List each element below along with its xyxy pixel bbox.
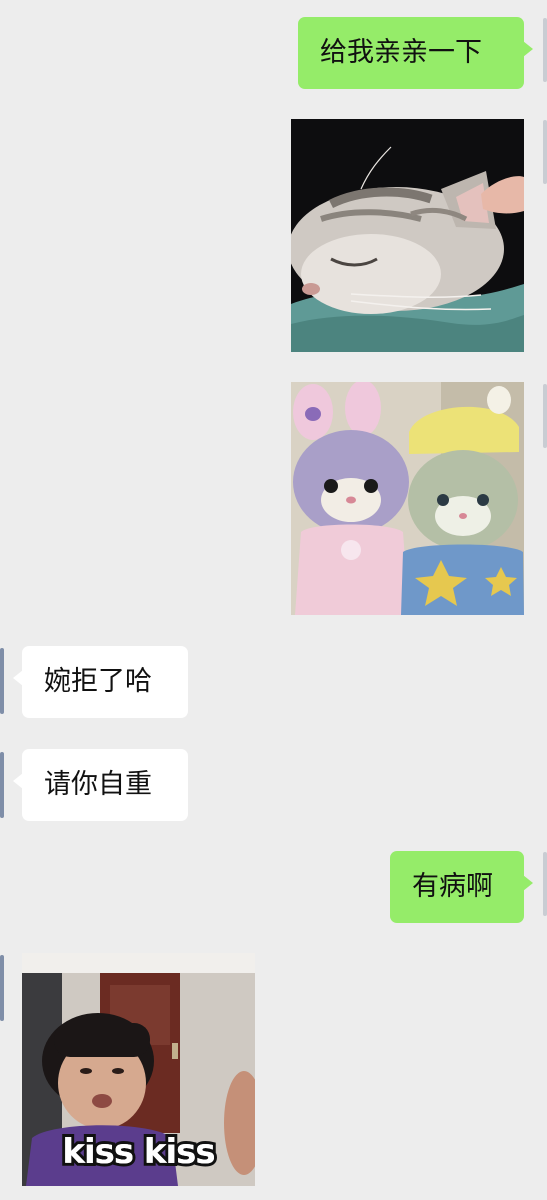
message-bubble-sent[interactable]: 给我亲亲一下 bbox=[298, 17, 533, 89]
message-bubble-received[interactable]: 婉拒了哈 bbox=[13, 646, 188, 718]
message-image-sent[interactable] bbox=[291, 119, 524, 352]
message-bubble-received[interactable]: 请你自重 bbox=[13, 749, 188, 821]
message-bubble-sent[interactable]: 有病啊 bbox=[390, 851, 533, 923]
message-text: 给我亲亲一下 bbox=[320, 37, 482, 68]
contact-avatar-edge[interactable] bbox=[0, 955, 4, 1021]
message-text: 请你自重 bbox=[44, 769, 152, 800]
message-text: 有病啊 bbox=[412, 871, 493, 902]
message-image-sent[interactable] bbox=[291, 382, 524, 615]
my-avatar-edge[interactable] bbox=[543, 852, 547, 916]
plush-toys-photo-icon bbox=[291, 382, 524, 615]
my-avatar-edge[interactable] bbox=[543, 120, 547, 184]
message-text: 婉拒了哈 bbox=[44, 666, 152, 697]
my-avatar-edge[interactable] bbox=[543, 384, 547, 448]
contact-avatar-edge[interactable] bbox=[0, 752, 4, 818]
message-image-received[interactable]: kiss kiss kiss kiss bbox=[22, 953, 255, 1186]
my-avatar-edge[interactable] bbox=[543, 18, 547, 82]
sleeping-cat-photo-icon bbox=[291, 119, 524, 352]
kiss-caption-text-fill: kiss kiss bbox=[62, 1132, 215, 1172]
contact-avatar-edge[interactable] bbox=[0, 648, 4, 714]
